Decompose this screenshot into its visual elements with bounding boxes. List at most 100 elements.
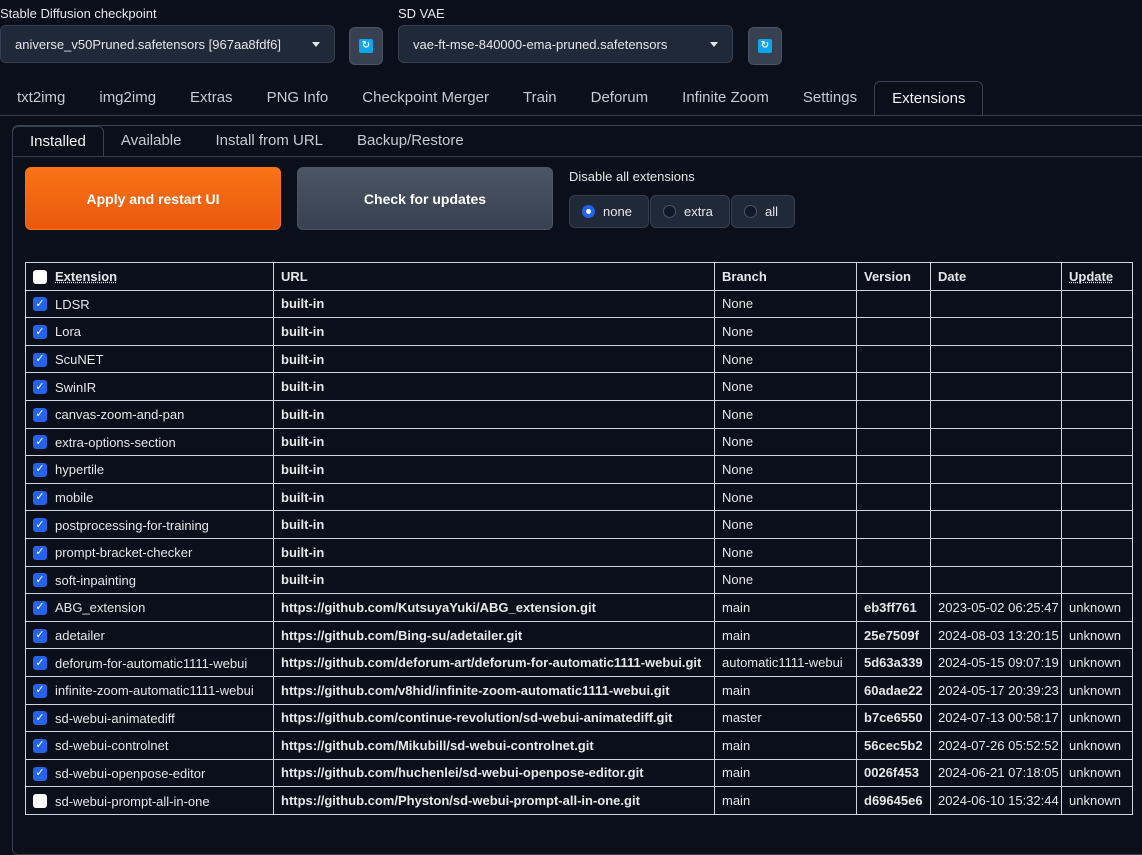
extension-branch: None xyxy=(714,289,857,319)
radio-none[interactable]: none xyxy=(569,195,649,228)
tab-img2img[interactable]: img2img xyxy=(82,81,173,115)
tab-deforum[interactable]: Deforum xyxy=(574,81,666,115)
extension-update: unknown xyxy=(1061,648,1133,677)
extension-enabled-checkbox[interactable] xyxy=(33,545,47,560)
extension-branch: main xyxy=(714,593,857,622)
extensions-table: Extension URL Branch Version Date Update… xyxy=(25,262,1133,815)
table-row: ScuNET built-inNone xyxy=(25,344,1133,374)
extension-enabled-checkbox[interactable] xyxy=(33,518,47,533)
tab-extensions[interactable]: Extensions xyxy=(874,81,984,115)
extension-version xyxy=(856,289,931,319)
extension-enabled-checkbox[interactable] xyxy=(33,325,47,340)
tab-backup-restore[interactable]: Backup/Restore xyxy=(340,126,481,156)
extension-date: 2023-05-02 06:25:47 xyxy=(930,593,1062,622)
apply-and-restart-button[interactable]: Apply and restart UI xyxy=(25,167,281,230)
extension-cell: sd-webui-controlnet xyxy=(25,731,274,760)
extension-cell: sd-webui-animatediff xyxy=(25,703,274,733)
extension-branch: main xyxy=(714,620,857,650)
extension-cell: soft-inpainting xyxy=(25,565,274,595)
extension-enabled-checkbox[interactable] xyxy=(33,462,47,477)
extension-enabled-checkbox[interactable] xyxy=(33,683,47,698)
extension-name: canvas-zoom-and-pan xyxy=(55,407,185,423)
extension-update xyxy=(1061,289,1133,319)
tab-extras[interactable]: Extras xyxy=(173,81,250,115)
extension-version xyxy=(856,372,931,401)
checkpoint-dropdown[interactable]: aniverse_v50Pruned.safetensors [967aa8fd… xyxy=(0,25,335,63)
vae-label: SD VAE xyxy=(398,6,445,21)
extension-name: sd-webui-controlnet xyxy=(55,738,169,754)
radio-extra[interactable]: extra xyxy=(650,195,730,228)
radio-extra-label: extra xyxy=(684,204,713,219)
extension-date: 2024-06-21 07:18:05 xyxy=(930,758,1062,788)
extension-url: built-in xyxy=(273,427,715,457)
extension-date xyxy=(930,399,1062,429)
extension-enabled-checkbox[interactable] xyxy=(33,794,47,809)
tab-available[interactable]: Available xyxy=(104,126,199,156)
tab-installed[interactable]: Installed xyxy=(12,126,104,157)
extension-version: 0026f453 xyxy=(856,758,931,788)
extension-enabled-checkbox[interactable] xyxy=(33,628,47,643)
extension-enabled-checkbox[interactable] xyxy=(33,407,47,422)
extension-enabled-checkbox[interactable] xyxy=(33,656,47,671)
extension-name: Lora xyxy=(55,324,82,340)
extension-date xyxy=(930,372,1062,401)
extension-version xyxy=(856,537,931,567)
extension-enabled-checkbox[interactable] xyxy=(33,738,47,753)
table-row: extra-options-section built-inNone xyxy=(25,427,1133,457)
extension-url: https://github.com/Mikubill/sd-webui-con… xyxy=(273,731,715,760)
checkpoint-value: aniverse_v50Pruned.safetensors [967aa8fd… xyxy=(15,36,281,52)
extension-branch: None xyxy=(714,344,857,374)
tab-infinite-zoom[interactable]: Infinite Zoom xyxy=(665,81,786,115)
extension-enabled-checkbox[interactable] xyxy=(33,380,47,395)
extension-update xyxy=(1061,510,1133,539)
radio-all[interactable]: all xyxy=(731,195,795,228)
extension-date xyxy=(930,344,1062,374)
extension-enabled-checkbox[interactable] xyxy=(33,490,47,505)
extension-name: soft-inpainting xyxy=(55,572,136,588)
select-all-checkbox[interactable] xyxy=(33,269,47,284)
extension-enabled-checkbox[interactable] xyxy=(33,435,47,450)
extension-branch: main xyxy=(714,786,857,815)
extension-enabled-checkbox[interactable] xyxy=(33,766,47,781)
extension-url: built-in xyxy=(273,455,715,484)
chevron-down-icon xyxy=(312,41,320,47)
table-row: sd-webui-controlnet https://github.com/Mi… xyxy=(25,731,1133,760)
extension-cell: sd-webui-openpose-editor xyxy=(25,758,274,788)
tab-txt2img[interactable]: txt2img xyxy=(0,81,82,115)
col-update[interactable]: Update xyxy=(1061,262,1133,291)
extension-cell: Lora xyxy=(25,317,274,346)
table-row: LDSR built-inNone xyxy=(25,289,1133,319)
tab-png-info[interactable]: PNG Info xyxy=(250,81,346,115)
extension-version xyxy=(856,427,931,457)
vae-refresh-button[interactable]: ↻ xyxy=(748,27,782,65)
vae-dropdown[interactable]: vae-ft-mse-840000-ema-pruned.safetensors xyxy=(398,25,733,63)
tab-train[interactable]: Train xyxy=(506,81,574,115)
extension-enabled-checkbox[interactable] xyxy=(33,711,47,726)
extension-url: built-in xyxy=(273,482,715,512)
extension-update xyxy=(1061,565,1133,595)
extension-url: built-in xyxy=(273,289,715,319)
extension-url: built-in xyxy=(273,372,715,401)
tab-install-from-url[interactable]: Install from URL xyxy=(198,126,340,156)
refresh-icon: ↻ xyxy=(359,39,373,53)
extension-enabled-checkbox[interactable] xyxy=(33,573,47,588)
extension-enabled-checkbox[interactable] xyxy=(33,600,47,615)
checkpoint-label: Stable Diffusion checkpoint xyxy=(0,6,157,21)
checkpoint-refresh-button[interactable]: ↻ xyxy=(349,27,383,65)
extension-enabled-checkbox[interactable] xyxy=(33,352,47,367)
extension-date: 2024-08-03 13:20:15 xyxy=(930,620,1062,650)
extension-date xyxy=(930,565,1062,595)
extension-name: extra-options-section xyxy=(55,434,176,450)
check-for-updates-button[interactable]: Check for updates xyxy=(297,167,553,230)
tab-settings[interactable]: Settings xyxy=(786,81,874,115)
extension-version xyxy=(856,482,931,512)
extension-date: 2024-07-26 05:52:52 xyxy=(930,731,1062,760)
extension-name: mobile xyxy=(55,490,94,506)
col-extension: Extension xyxy=(25,262,274,291)
table-row: sd-webui-animatediff https://github.com/c… xyxy=(25,703,1133,733)
vae-value: vae-ft-mse-840000-ema-pruned.safetensors xyxy=(413,36,668,52)
extension-name: infinite-zoom-automatic1111-webui xyxy=(55,683,254,699)
extension-enabled-checkbox[interactable] xyxy=(33,297,47,312)
tab-checkpoint-merger[interactable]: Checkpoint Merger xyxy=(345,81,506,115)
extension-url: built-in xyxy=(273,565,715,595)
